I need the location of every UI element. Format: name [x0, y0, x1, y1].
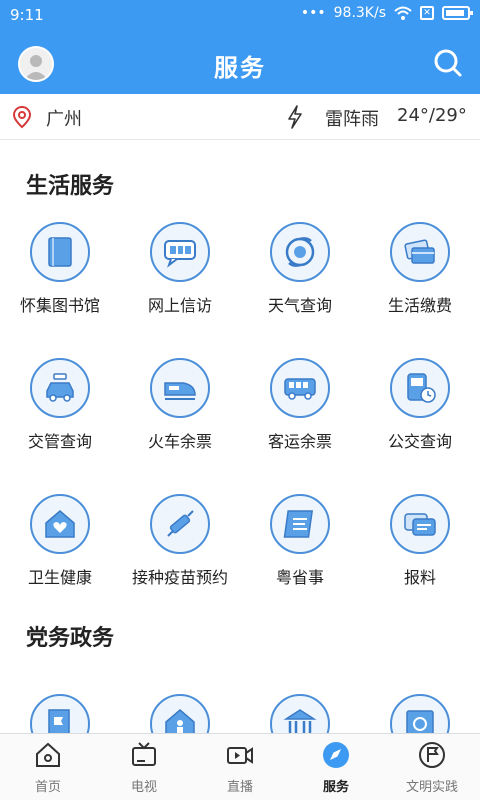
- tile-traffic[interactable]: 交管查询: [0, 358, 120, 452]
- tile-label: 粤省事: [275, 568, 324, 587]
- library-book-icon: [48, 237, 72, 267]
- tab-tv[interactable]: 电视: [96, 740, 192, 795]
- tile-label: 客运余票: [267, 432, 332, 451]
- tab-services[interactable]: 服务: [288, 740, 384, 795]
- city-name: 广州: [46, 109, 82, 130]
- tile-library[interactable]: 怀集图书馆: [0, 222, 120, 316]
- tile-bus[interactable]: 公交查询: [360, 358, 480, 452]
- vaccine-syringe-icon: [167, 510, 194, 537]
- tile-label: 网上信访: [147, 296, 212, 315]
- status-right: ••• 98.3K/s ✕: [300, 5, 473, 21]
- payment-card-icon: [404, 239, 435, 264]
- tile-report[interactable]: 报料: [360, 494, 480, 588]
- weather-bar[interactable]: 广州 雷阵雨 24°/29°: [0, 94, 480, 140]
- tile-label: 怀集图书馆: [19, 296, 100, 315]
- section-title-life-services: 生活服务: [26, 174, 115, 199]
- flag-circle-icon: [419, 742, 445, 768]
- thunderstorm-icon: [288, 105, 302, 129]
- dots-icon: •••: [300, 5, 326, 21]
- tile-label: 生活缴费: [387, 296, 452, 315]
- tile-label: 火车余票: [147, 432, 212, 451]
- home-icon: [36, 742, 60, 767]
- tab-label: 服务: [322, 780, 349, 795]
- tile-yue[interactable]: 粤省事: [240, 494, 360, 588]
- page-title: 服务: [214, 54, 266, 82]
- tab-home[interactable]: 首页: [0, 740, 96, 795]
- temperature: 24°/29°: [397, 105, 467, 126]
- section-title-party-government: 党务政务: [26, 626, 115, 651]
- weather-typhoon-icon: [285, 237, 315, 267]
- tab-label: 直播: [226, 780, 253, 795]
- car-icon: [46, 373, 74, 402]
- tile-payment[interactable]: 生活缴费: [360, 222, 480, 316]
- petition-chat-icon: [164, 240, 196, 268]
- tile-label: 报料: [403, 568, 436, 587]
- top-bar: 9:11 ••• 98.3K/s ✕ 服务: [0, 0, 480, 94]
- bus-icon: [284, 378, 316, 400]
- tab-civilization[interactable]: 文明实践: [384, 740, 480, 795]
- tile-label: 天气查询: [267, 296, 332, 315]
- sim-icon: ✕: [420, 6, 434, 20]
- network-speed: 98.3K/s: [333, 5, 386, 21]
- tile-coach[interactable]: 客运余票: [240, 358, 360, 452]
- wifi-icon: [394, 6, 412, 20]
- tile-health[interactable]: 卫生健康: [0, 494, 120, 588]
- bottom-tab-bar: 首页 电视 直播 服务 文明实践: [0, 733, 480, 800]
- tab-label: 文明实践: [405, 780, 458, 795]
- tile-label: 公交查询: [387, 432, 452, 451]
- yue-app-icon: [283, 510, 314, 538]
- tv-icon: [132, 742, 156, 766]
- tab-label: 电视: [130, 780, 157, 795]
- train-icon: [164, 382, 196, 400]
- tile-label: 接种疫苗预约: [131, 568, 228, 587]
- tab-label: 首页: [34, 780, 61, 795]
- status-time: 9:11: [10, 6, 44, 24]
- tile-label: 交管查询: [27, 432, 92, 451]
- search-icon[interactable]: [432, 47, 464, 79]
- tile-label: 卫生健康: [27, 568, 92, 587]
- status-bar: 9:11 ••• 98.3K/s ✕: [0, 0, 480, 30]
- compass-icon: [323, 742, 349, 768]
- app-header: 服务: [0, 30, 480, 94]
- live-video-icon: [227, 747, 253, 764]
- tile-weather[interactable]: 天气查询: [240, 222, 360, 316]
- tile-train[interactable]: 火车余票: [120, 358, 240, 452]
- health-house-icon: [45, 510, 75, 538]
- bus-clock-icon: [407, 373, 436, 403]
- tile-petition[interactable]: 网上信访: [120, 222, 240, 316]
- tab-live[interactable]: 直播: [192, 740, 288, 795]
- tile-vaccine[interactable]: 接种疫苗预约: [120, 494, 240, 588]
- report-message-icon: [404, 513, 436, 536]
- battery-icon: [442, 6, 473, 20]
- location-pin-icon: [12, 105, 32, 129]
- weather-condition: 雷阵雨: [325, 109, 379, 130]
